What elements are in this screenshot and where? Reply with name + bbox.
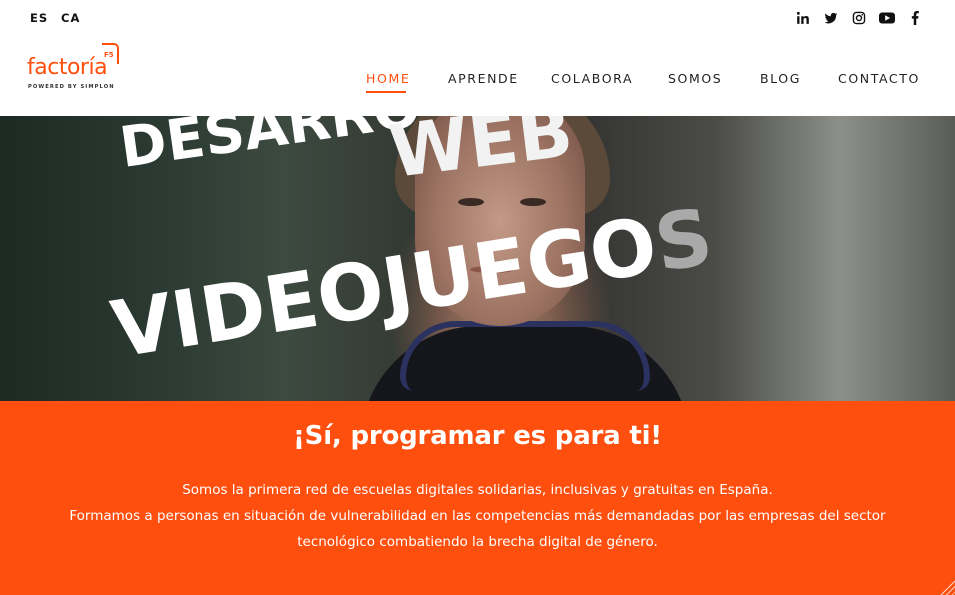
logo-wordmark: factoría	[27, 55, 108, 80]
youtube-icon[interactable]	[878, 9, 896, 27]
logo-badge-text: F5	[104, 51, 114, 59]
intro-text-line-1: Somos la primera red de escuelas digital…	[182, 482, 773, 498]
nav-active-underline	[366, 91, 406, 93]
language-ca-link[interactable]: CA	[61, 11, 80, 25]
hero-word-desarrollo: DESARRO	[115, 116, 425, 181]
nav-home[interactable]: HOME	[366, 71, 410, 86]
resize-corner-icon	[937, 577, 955, 595]
top-bar: ES CA	[0, 0, 955, 38]
intro-band: ¡Sí, programar es para ti! Somos la prim…	[0, 401, 955, 595]
nav-contacto[interactable]: CONTACTO	[838, 71, 920, 86]
hero-video[interactable]: DESARRO WEB VIDEOJUEGOS	[0, 116, 955, 401]
nav-colabora[interactable]: COLABORA	[551, 71, 633, 86]
factoria-logo[interactable]: factoría F5 POWERED BY SIMPLON	[27, 43, 127, 95]
language-es-link[interactable]: ES	[30, 11, 48, 25]
intro-text-line-2: Formamos a personas en situación de vuln…	[69, 508, 886, 524]
hero-headphones	[400, 321, 650, 391]
nav-blog[interactable]: BLOG	[760, 71, 801, 86]
nav-aprende[interactable]: APRENDE	[448, 71, 519, 86]
intro-text-line-3: tecnológico combatiendo la brecha digita…	[297, 534, 658, 550]
intro-title: ¡Sí, programar es para ti!	[293, 421, 662, 451]
instagram-icon[interactable]	[850, 9, 868, 27]
logo-tagline: POWERED BY SIMPLON	[28, 84, 115, 90]
hero-eye-right	[520, 198, 546, 206]
facebook-icon[interactable]	[906, 9, 924, 27]
linkedin-icon[interactable]	[794, 9, 812, 27]
hero-eye-left	[458, 198, 484, 206]
twitter-icon[interactable]	[822, 9, 840, 27]
nav-somos[interactable]: SOMOS	[668, 71, 722, 86]
